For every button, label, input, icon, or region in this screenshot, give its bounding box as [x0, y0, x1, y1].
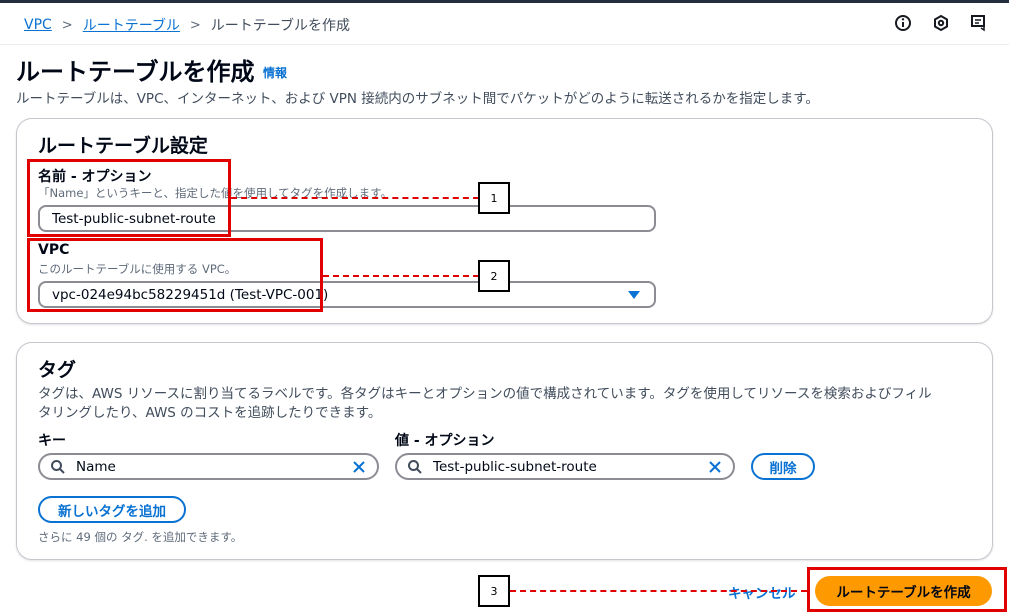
breadcrumb-route-tables[interactable]: ルートテーブル [83, 15, 180, 35]
annotation-box-vpc [27, 238, 323, 312]
annotation-connector-2 [323, 275, 479, 277]
tags-description-line2: タリングしたり、AWS のコストを追跡したりできます。 [38, 405, 382, 421]
tag-key-label: キー [38, 433, 66, 449]
annotation-box-name [27, 159, 231, 237]
breadcrumb-vpc[interactable]: VPC [24, 17, 52, 33]
add-tag-button[interactable]: 新しいタグを追加 [38, 496, 186, 523]
info-circle-icon[interactable] [893, 13, 913, 33]
chevron-right-icon: > [189, 17, 201, 33]
annotation-callout-2: 2 [478, 260, 510, 292]
tags-description-line1: タグは、AWS リソースに割り当てるラベルです。各タグはキーとオプションの値で構… [38, 386, 932, 402]
breadcrumb: VPC > ルートテーブル > ルートテーブルを作成 [24, 15, 350, 35]
search-icon [50, 459, 66, 475]
annotation-callout-3: 3 [478, 575, 510, 607]
tag-value-input[interactable]: Test-public-subnet-route [395, 453, 735, 480]
tags-panel: タグ タグは、AWS リソースに割り当てるラベルです。各タグはキーとオプションの… [16, 342, 993, 560]
top-bar: VPC > ルートテーブル > ルートテーブルを作成 [0, 0, 1009, 45]
caret-down-icon [628, 291, 640, 299]
tag-key-value: Name [76, 459, 116, 475]
hexagon-settings-icon[interactable] [931, 13, 951, 33]
settings-panel-title: ルートテーブル設定 [38, 135, 208, 157]
remove-tag-button[interactable]: 削除 [751, 453, 815, 480]
page-title: ルートテーブルを作成 [16, 58, 255, 86]
annotation-connector-3 [510, 590, 807, 592]
chevron-right-icon: > [61, 17, 73, 33]
tag-value-label: 値 - オプション [395, 433, 495, 449]
cancel-button[interactable]: キャンセル [728, 582, 796, 602]
annotation-connector-1 [231, 197, 479, 199]
feedback-icon[interactable] [969, 13, 989, 33]
info-link[interactable]: 情報 [263, 64, 287, 81]
page-description: ルートテーブルは、VPC、インターネット、および VPN 接続内のサブネット間で… [16, 91, 819, 107]
tag-value-value: Test-public-subnet-route [433, 459, 597, 475]
clear-icon[interactable] [707, 459, 723, 475]
tags-panel-title: タグ [38, 359, 77, 381]
breadcrumb-current: ルートテーブルを作成 [210, 18, 350, 34]
tags-remaining-note: さらに 49 個の タグ. を追加できます。 [38, 530, 243, 544]
tag-key-input[interactable]: Name [38, 453, 379, 480]
clear-icon[interactable] [351, 459, 367, 475]
top-icon-group [893, 13, 989, 33]
annotation-callout-1: 1 [478, 182, 510, 214]
annotation-box-create [807, 567, 1007, 612]
search-icon [407, 459, 423, 475]
